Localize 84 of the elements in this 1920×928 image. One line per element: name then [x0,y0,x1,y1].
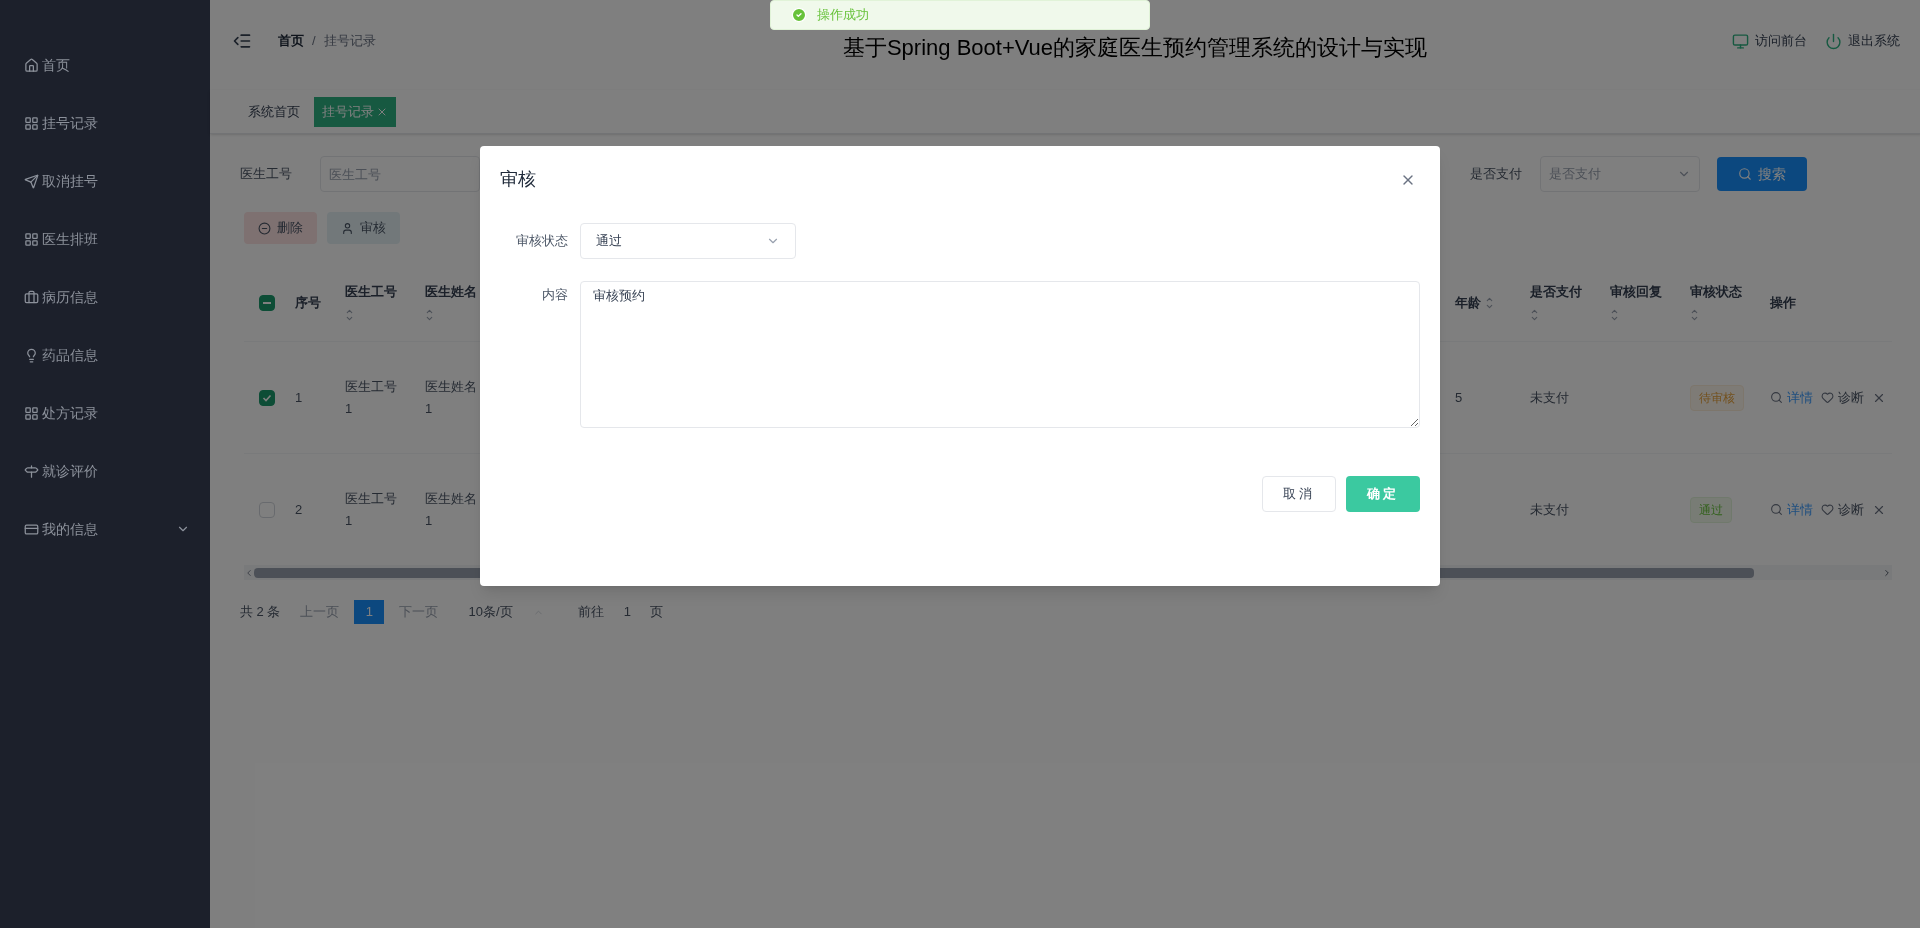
sidebar-item[interactable]: 处方记录 [0,384,210,442]
lightbulb-icon [24,347,39,363]
success-toast: 操作成功 [770,0,1150,30]
page-size-select[interactable]: 10条/页 [468,602,569,622]
breadcrumb-separator: / [312,32,316,51]
delete-button[interactable]: 删除 [244,212,317,244]
page-input[interactable]: 1 [612,602,643,622]
search-button[interactable]: 搜索 [1717,157,1807,191]
column-header: 序号 [295,293,321,312]
chevron-left-icon [244,568,254,578]
briefcase-icon [24,289,39,305]
card-icon [24,521,39,537]
column-header: 是否支付 [1530,282,1582,301]
table-cell-text: 医生工号1 [345,489,398,530]
table-cell-text: 未支付 [1530,500,1569,519]
breadcrumb-item: 挂号记录 [323,32,376,51]
power-icon [1825,32,1842,50]
table-cell-text: 医生姓名1 [425,377,478,418]
sidebar-item[interactable]: 挂号记录 [0,94,210,152]
sidebar-item[interactable]: 医生排班 [0,210,210,268]
user-icon [341,221,354,235]
details-link[interactable]: 详情 [1787,499,1813,520]
check-circle-icon [791,7,807,23]
status-tag: 待审核 [1690,384,1744,411]
table-cell-text: 医生工号1 [345,377,398,418]
details-link[interactable]: 详情 [1787,387,1813,408]
column-header: 操作 [1770,293,1796,312]
column-header: 审核回复 [1610,282,1662,301]
column-header: 审核状态 [1690,282,1742,301]
menu-icon[interactable] [232,31,252,51]
heart-icon [1821,391,1834,404]
search-icon [1738,167,1752,181]
column-header: 年龄 [1455,293,1481,312]
sidebar-item[interactable]: 病历信息 [0,268,210,326]
minus-circle-icon [258,221,271,235]
page-title: 基于Spring Boot+Vue的家庭医生预约管理系统的设计与实现 [842,33,1428,62]
review-button[interactable]: 审核 [327,212,400,244]
total-count: 共 2 条 [240,603,281,622]
dialog-title: 审核 [500,168,536,191]
sidebar-item[interactable]: 我的信息 [0,500,210,558]
column-header: 医生姓名 [425,282,477,301]
signpost-icon [24,463,39,479]
page-button[interactable]: 1 [354,600,385,624]
search-icon [1770,391,1783,404]
table-cell-text: 5 [1455,388,1463,407]
monitor-icon [1732,32,1749,50]
goto-label: 前往 [578,603,605,622]
filter-label: 是否支付 [1470,165,1523,184]
grid-icon [24,231,39,247]
chevron-right-icon [1882,568,1892,578]
filter-label: 医生工号 [240,165,293,184]
sidebar-item[interactable]: 就诊评价 [0,442,210,500]
minus-icon [262,301,271,304]
status-select[interactable]: 通过 [580,223,796,259]
heart-icon [1821,503,1834,516]
table-cell-text: 1 [295,388,303,407]
checkbox[interactable] [258,294,275,311]
checkbox[interactable] [258,389,275,406]
table-cell-text: 医生姓名1 [425,489,478,530]
grid-icon [24,405,39,421]
page-suffix: 页 [650,603,664,622]
home-icon [24,57,39,73]
sidebar-item[interactable]: 首页 [0,36,210,94]
search-icon [1770,503,1783,516]
sidebar-item[interactable]: 取消挂号 [0,152,210,210]
check-icon [261,392,272,403]
form-label: 内容 [541,286,569,304]
diagnose-link[interactable]: 诊断 [1838,499,1864,520]
diagnose-link[interactable]: 诊断 [1838,387,1864,408]
table-cell-text: 未支付 [1530,388,1569,407]
form-label: 审核状态 [515,232,569,250]
breadcrumb-item[interactable]: 首页 [278,31,304,51]
table-cell-text: 2 [295,500,303,519]
cancel-button[interactable]: 取消 [1262,476,1336,512]
column-header: 医生工号 [345,282,397,301]
tab[interactable]: 挂号记录 [314,96,396,127]
content-textarea[interactable]: 审核预约 [580,281,1420,428]
logout-link[interactable]: 退出系统 [1848,31,1900,51]
sidebar-item[interactable]: 药品信息 [0,326,210,384]
tab[interactable]: 系统首页 [240,96,308,127]
visit-frontend-link[interactable]: 访问前台 [1755,31,1807,51]
status-tag: 通过 [1690,496,1732,523]
paper-plane-icon [24,173,39,189]
grid-icon [24,115,39,131]
